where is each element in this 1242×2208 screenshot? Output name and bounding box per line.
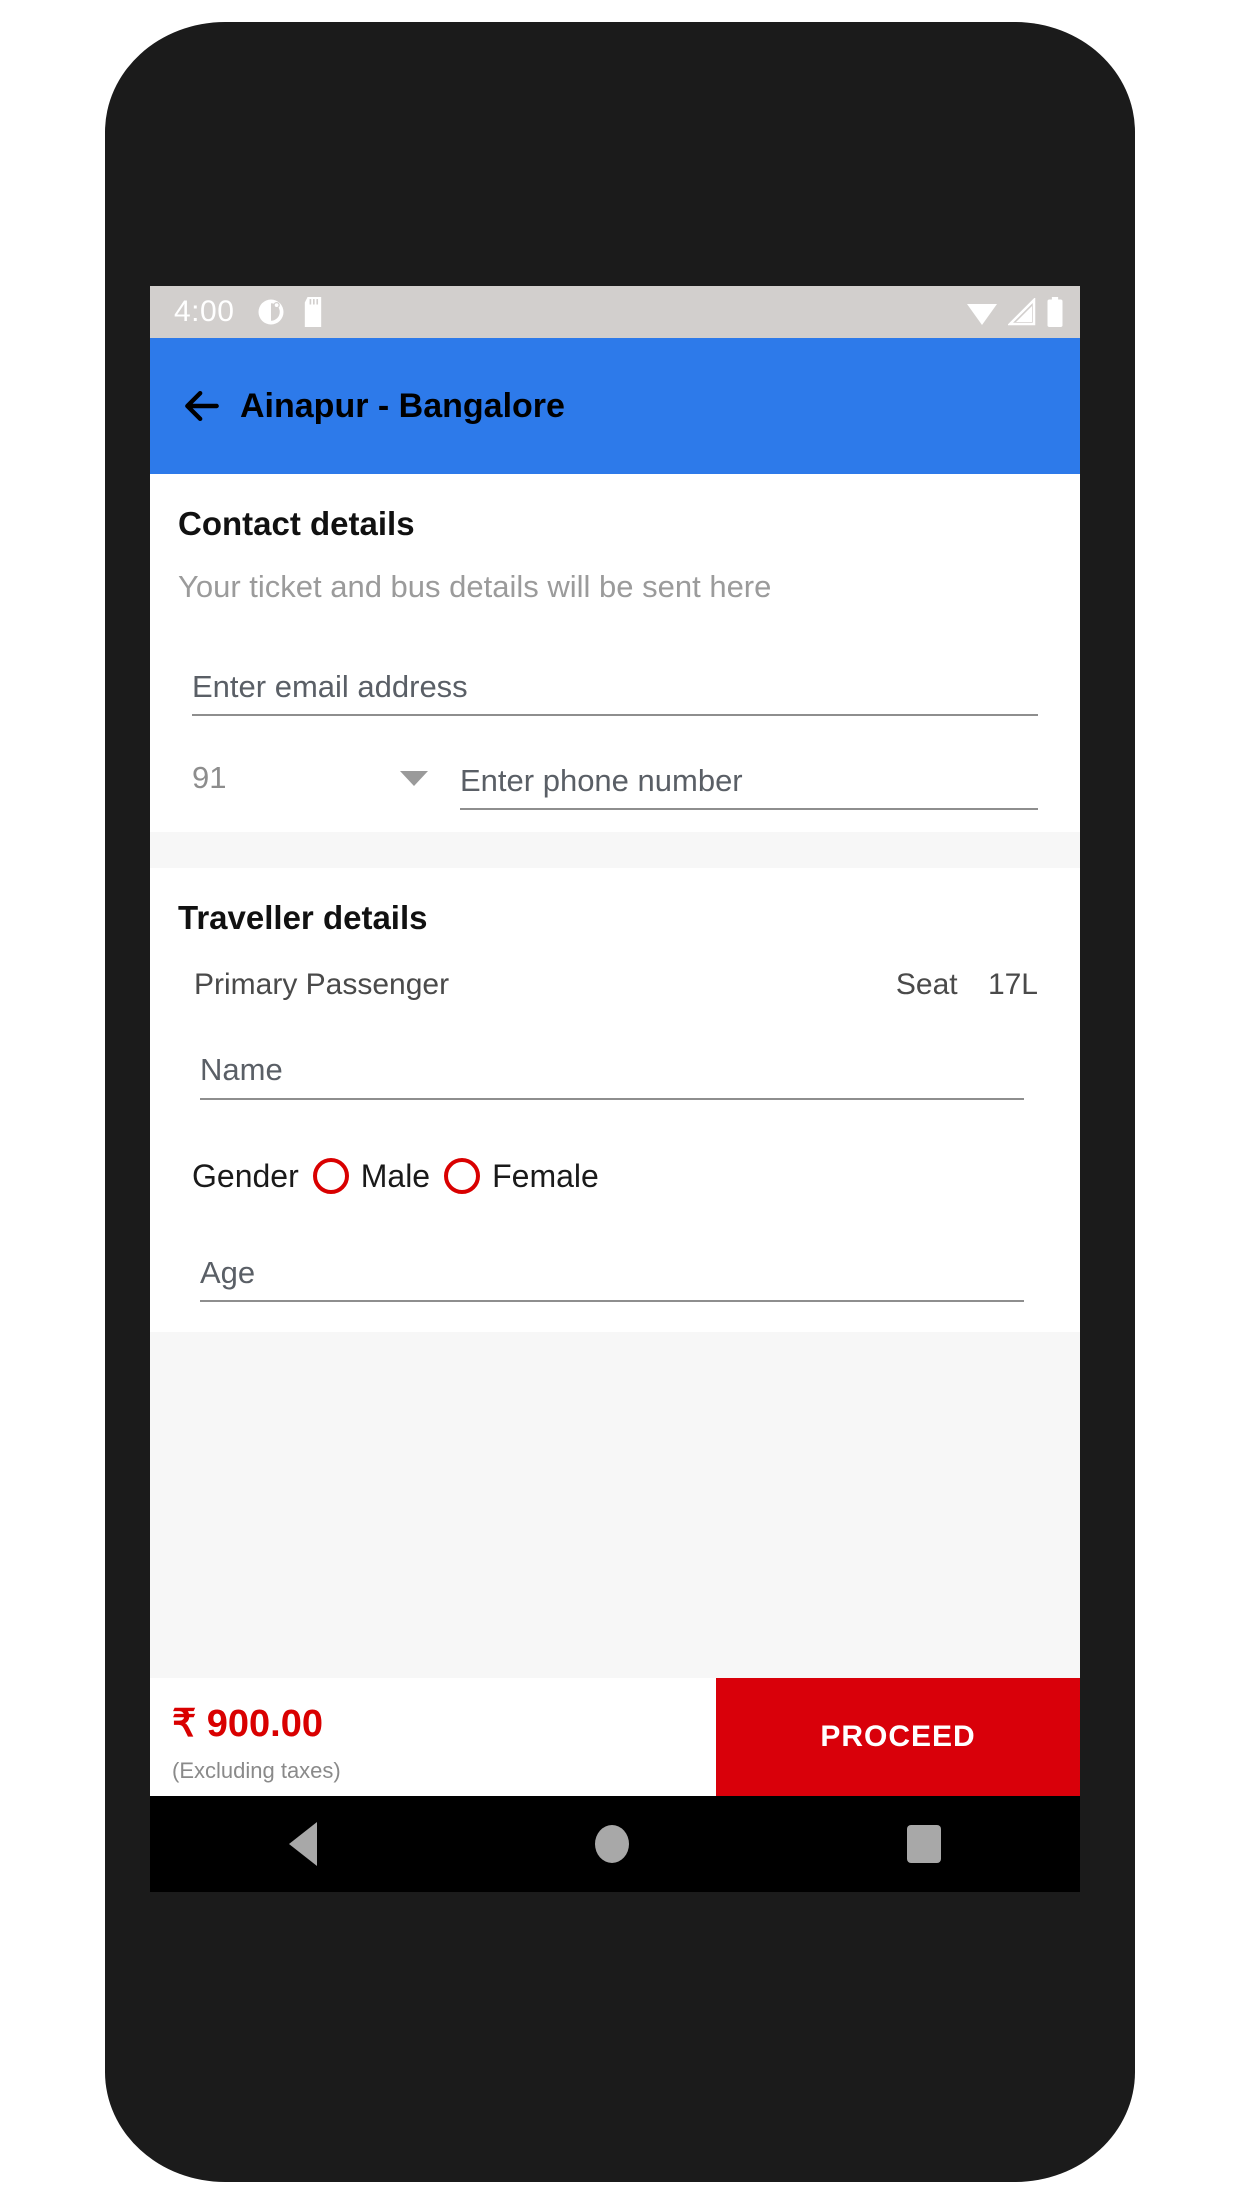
email-field-placeholder: Enter email address xyxy=(192,668,468,704)
passenger-label: Primary Passenger xyxy=(194,968,450,1002)
radio-circle-icon[interactable] xyxy=(444,1158,481,1195)
phone-screen: 4:00 Ainapur - Bangalore Contact details… xyxy=(150,286,1080,1892)
wifi-icon xyxy=(966,298,998,326)
nav-back-icon[interactable] xyxy=(289,1822,317,1866)
chevron-down-icon xyxy=(400,770,428,786)
scroll-content: Contact details Your ticket and bus deta… xyxy=(150,474,1080,1678)
country-code-dropdown[interactable]: 91 xyxy=(192,760,442,810)
status-bar: 4:00 xyxy=(150,286,1080,338)
phone-number-placeholder: Enter phone number xyxy=(460,762,743,798)
seat-number: 17L xyxy=(987,968,1038,1002)
country-code-value: 91 xyxy=(192,760,227,796)
phone-row: 91 Enter phone number xyxy=(178,760,1052,811)
status-bar-left-icons xyxy=(256,297,324,327)
contact-details-heading: Contact details xyxy=(178,505,415,542)
age-field[interactable]: Age xyxy=(200,1255,1024,1303)
gender-option-female[interactable]: Female xyxy=(444,1158,599,1195)
gender-option-male[interactable]: Male xyxy=(312,1157,431,1195)
section-divider xyxy=(150,832,1080,869)
contact-details-card: Contact details Your ticket and bus deta… xyxy=(150,474,1080,833)
bottom-bar: ₹ 900.00 (Excluding taxes) PROCEED xyxy=(150,1678,1080,1796)
gender-option-male-label: Male xyxy=(360,1157,431,1194)
proceed-button[interactable]: PROCEED xyxy=(716,1678,1080,1796)
tax-note: (Excluding taxes) xyxy=(172,1757,341,1783)
empty-area xyxy=(150,1332,1080,1678)
alarm-icon xyxy=(256,297,286,327)
signal-icon xyxy=(1008,298,1036,326)
contact-details-subtitle: Your ticket and bus details will be sent… xyxy=(178,568,772,604)
sd-card-icon xyxy=(302,297,324,327)
status-bar-clock: 4:00 xyxy=(174,295,235,328)
seat-label: Seat xyxy=(895,968,958,1002)
app-bar: Ainapur - Bangalore xyxy=(150,338,1080,474)
gender-option-female-label: Female xyxy=(492,1157,599,1194)
traveller-details-card: Traveller details Primary Passenger Seat… xyxy=(150,868,1080,1333)
gender-row: Gender Male Female xyxy=(178,1158,1052,1195)
android-nav-bar xyxy=(150,1796,1080,1892)
nav-home-icon[interactable] xyxy=(595,1825,629,1863)
name-field-placeholder: Name xyxy=(200,1052,283,1088)
radio-circle-icon[interactable] xyxy=(312,1158,349,1195)
passenger-row: Primary Passenger Seat 17L xyxy=(178,968,1052,1002)
battery-icon xyxy=(1046,297,1064,327)
nav-recents-icon[interactable] xyxy=(907,1825,941,1863)
age-field-placeholder: Age xyxy=(200,1254,256,1290)
back-arrow-icon[interactable] xyxy=(180,384,224,428)
traveller-details-heading: Traveller details xyxy=(178,899,428,937)
page-title: Ainapur - Bangalore xyxy=(240,386,565,425)
seat-info: Seat 17L xyxy=(896,968,1038,1002)
phone-number-field[interactable]: Enter phone number xyxy=(460,763,1038,811)
status-bar-right-icons xyxy=(966,297,1064,327)
name-field[interactable]: Name xyxy=(200,1052,1024,1100)
email-field[interactable]: Enter email address xyxy=(192,669,1038,717)
gender-label: Gender xyxy=(192,1157,299,1194)
total-price: ₹ 900.00 xyxy=(172,1703,323,1746)
price-block: ₹ 900.00 (Excluding taxes) xyxy=(150,1678,716,1796)
